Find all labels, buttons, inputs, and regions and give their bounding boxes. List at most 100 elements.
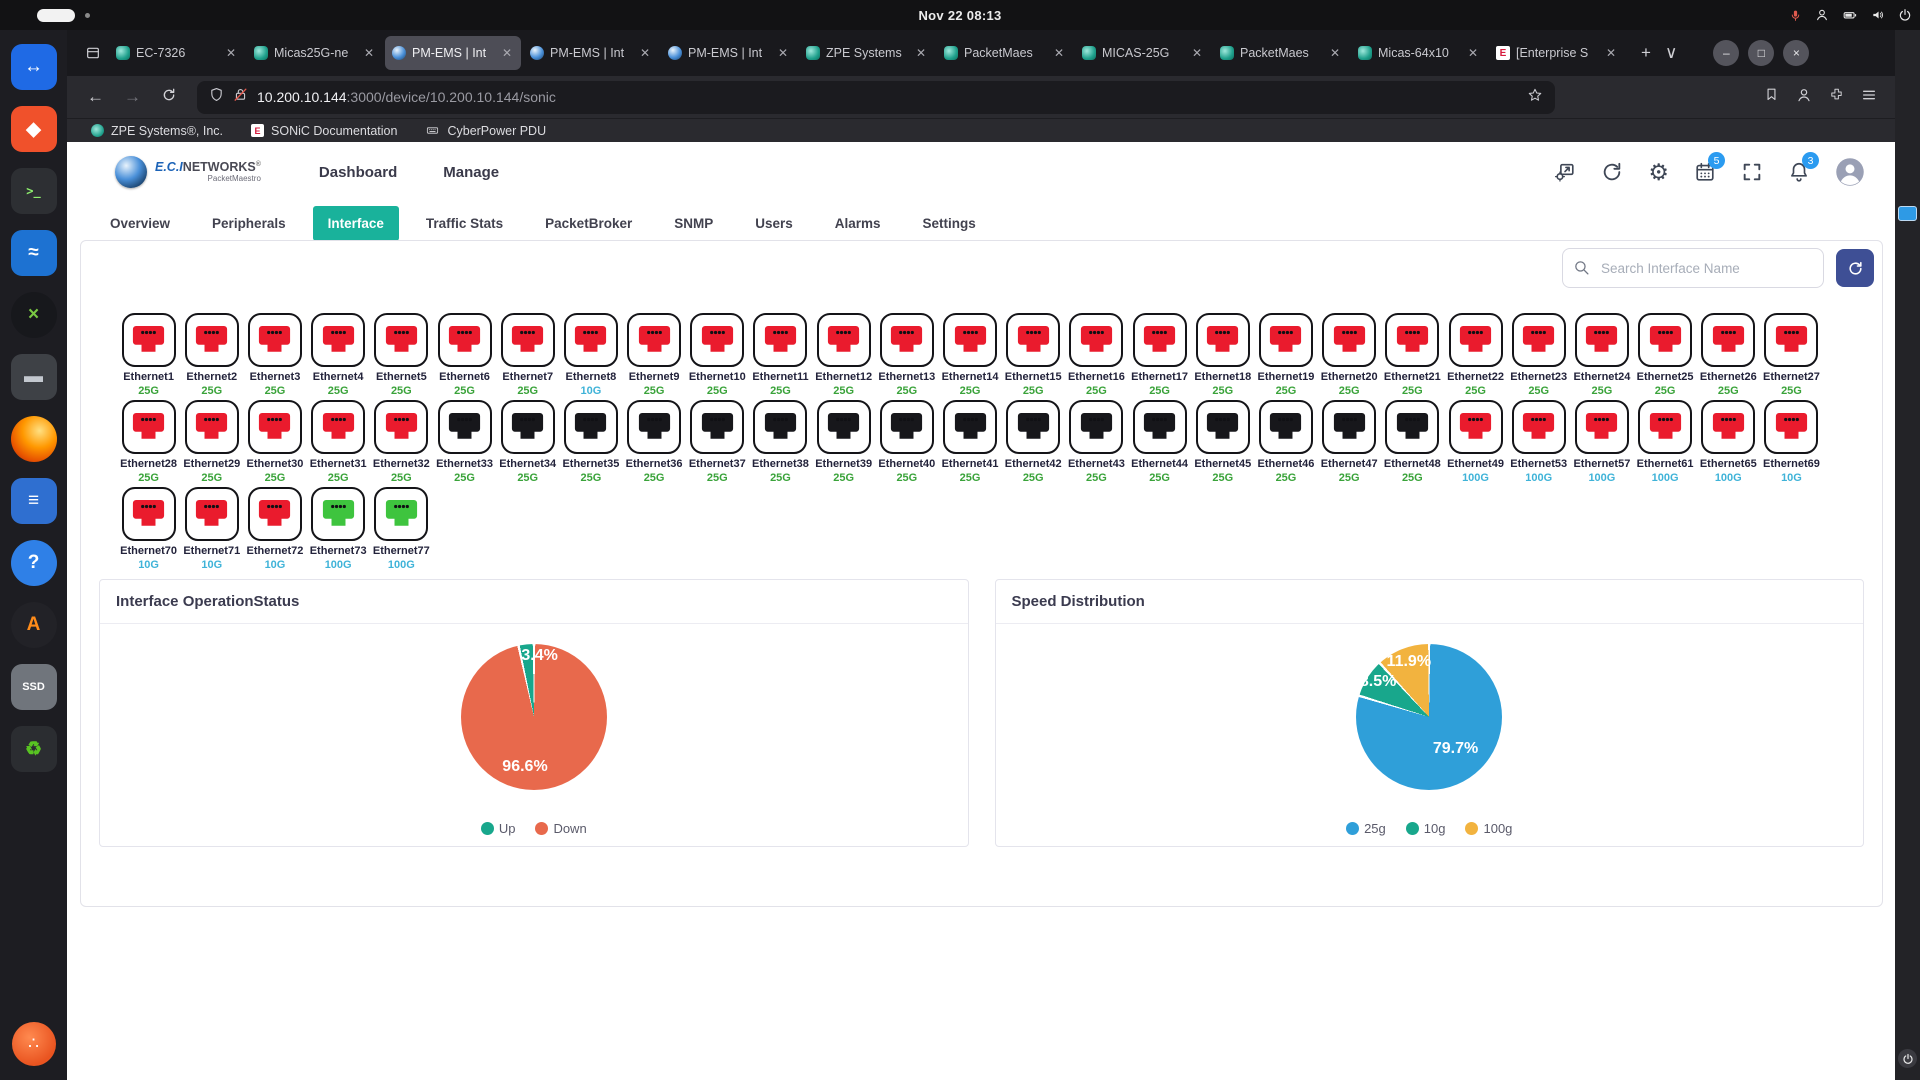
port-ethernet6[interactable]: Ethernet625G: [433, 313, 496, 397]
bookmark-item[interactable]: CyberPower PDU: [425, 124, 546, 138]
tab-close-icon[interactable]: ✕: [1052, 46, 1066, 60]
port-ethernet19[interactable]: Ethernet1925G: [1254, 313, 1317, 397]
port-ethernet77[interactable]: Ethernet77100G: [370, 487, 433, 571]
browser-tab[interactable]: PM-EMS | Int✕: [385, 36, 521, 70]
legend-item[interactable]: 100g: [1465, 821, 1512, 836]
browser-tab[interactable]: PM-EMS | Int✕: [523, 36, 659, 70]
browser-tab[interactable]: MICAS-25G✕: [1075, 36, 1211, 70]
port-ethernet17[interactable]: Ethernet1725G: [1128, 313, 1191, 397]
menu-icon[interactable]: [1861, 87, 1877, 108]
port-ethernet27[interactable]: Ethernet2725G: [1760, 313, 1823, 397]
nav-dashboard[interactable]: Dashboard: [319, 164, 397, 181]
firefox-view-icon[interactable]: [85, 45, 101, 61]
port-ethernet2[interactable]: Ethernet225G: [180, 313, 243, 397]
tab-traffic-stats[interactable]: Traffic Stats: [411, 206, 518, 241]
port-ethernet26[interactable]: Ethernet2625G: [1697, 313, 1760, 397]
firefox-icon[interactable]: [11, 416, 57, 462]
notifications-bell-icon[interactable]: 3: [1788, 161, 1810, 183]
url-bar[interactable]: 10.200.10.144:3000/device/10.200.10.144/…: [197, 81, 1555, 114]
port-ethernet47[interactable]: Ethernet4725G: [1318, 400, 1381, 484]
port-ethernet49[interactable]: Ethernet49100G: [1444, 400, 1507, 484]
tab-alarms[interactable]: Alarms: [820, 206, 896, 241]
port-ethernet20[interactable]: Ethernet2025G: [1318, 313, 1381, 397]
account-icon[interactable]: [1796, 87, 1812, 108]
tab-peripherals[interactable]: Peripherals: [197, 206, 301, 241]
shield-icon[interactable]: [209, 87, 224, 107]
tab-close-icon[interactable]: ✕: [224, 46, 238, 60]
port-ethernet4[interactable]: Ethernet425G: [307, 313, 370, 397]
port-ethernet72[interactable]: Ethernet7210G: [243, 487, 306, 571]
tray-app-icon[interactable]: ▬: [11, 354, 57, 400]
port-ethernet14[interactable]: Ethernet1425G: [938, 313, 1001, 397]
port-ethernet8[interactable]: Ethernet810G: [559, 313, 622, 397]
recycle-app-icon[interactable]: ♻: [11, 726, 57, 772]
port-ethernet40[interactable]: Ethernet4025G: [875, 400, 938, 484]
display-icon[interactable]: [1898, 206, 1917, 221]
port-ethernet21[interactable]: Ethernet2125G: [1381, 313, 1444, 397]
port-ethernet44[interactable]: Ethernet4425G: [1128, 400, 1191, 484]
browser-tab[interactable]: ZPE Systems✕: [799, 36, 935, 70]
help-app-icon[interactable]: ?: [11, 540, 57, 586]
port-ethernet24[interactable]: Ethernet2425G: [1570, 313, 1633, 397]
tab-overview[interactable]: Overview: [95, 206, 185, 241]
microphone-icon[interactable]: [1789, 9, 1802, 22]
port-ethernet43[interactable]: Ethernet4325G: [1065, 400, 1128, 484]
port-ethernet33[interactable]: Ethernet3325G: [433, 400, 496, 484]
forward-button[interactable]: →: [114, 83, 151, 111]
browser-tab[interactable]: E[Enterprise S✕: [1489, 36, 1625, 70]
port-ethernet34[interactable]: Ethernet3425G: [496, 400, 559, 484]
system-tray[interactable]: [1789, 0, 1912, 30]
browser-tab[interactable]: PacketMaes✕: [1213, 36, 1349, 70]
volume-icon[interactable]: [1871, 8, 1885, 22]
x-app-icon[interactable]: ×: [11, 292, 57, 338]
port-ethernet70[interactable]: Ethernet7010G: [117, 487, 180, 571]
port-ethernet61[interactable]: Ethernet61100G: [1634, 400, 1697, 484]
diamond-app-icon[interactable]: ◆: [11, 106, 57, 152]
port-ethernet10[interactable]: Ethernet1025G: [686, 313, 749, 397]
port-ethernet57[interactable]: Ethernet57100G: [1570, 400, 1633, 484]
port-ethernet48[interactable]: Ethernet4825G: [1381, 400, 1444, 484]
port-ethernet46[interactable]: Ethernet4625G: [1254, 400, 1317, 484]
a-app-icon[interactable]: A: [11, 602, 57, 648]
port-ethernet15[interactable]: Ethernet1525G: [1002, 313, 1065, 397]
browser-tab[interactable]: PM-EMS | Int✕: [661, 36, 797, 70]
user-avatar-icon[interactable]: [1835, 157, 1865, 187]
tab-close-icon[interactable]: ✕: [500, 46, 514, 60]
bookmark-item[interactable]: ZPE Systems®, Inc.: [91, 124, 223, 138]
tab-interface[interactable]: Interface: [313, 206, 399, 241]
port-ethernet29[interactable]: Ethernet2925G: [180, 400, 243, 484]
port-ethernet16[interactable]: Ethernet1625G: [1065, 313, 1128, 397]
ssd-drive-icon[interactable]: SSD: [11, 664, 57, 710]
port-ethernet65[interactable]: Ethernet65100G: [1697, 400, 1760, 484]
extensions-icon[interactable]: [1829, 87, 1844, 107]
reload-button[interactable]: [151, 83, 187, 112]
legend-item[interactable]: 10g: [1406, 821, 1446, 836]
settings-gear-icon[interactable]: ⚙: [1648, 161, 1669, 184]
port-ethernet18[interactable]: Ethernet1825G: [1191, 313, 1254, 397]
tab-close-icon[interactable]: ✕: [1190, 46, 1204, 60]
port-ethernet23[interactable]: Ethernet2325G: [1507, 313, 1570, 397]
list-tabs-chevron-icon[interactable]: ∨: [1665, 43, 1677, 63]
port-ethernet22[interactable]: Ethernet2225G: [1444, 313, 1507, 397]
port-ethernet45[interactable]: Ethernet4525G: [1191, 400, 1254, 484]
port-ethernet69[interactable]: Ethernet6910G: [1760, 400, 1823, 484]
power-button-icon[interactable]: [1898, 1049, 1917, 1068]
browser-tab[interactable]: Micas25G-ne✕: [247, 36, 383, 70]
docs-app-icon[interactable]: ≡: [11, 478, 57, 524]
tab-snmp[interactable]: SNMP: [659, 206, 728, 241]
port-ethernet11[interactable]: Ethernet1125G: [749, 313, 812, 397]
bookmark-star-icon[interactable]: [1527, 87, 1543, 108]
port-ethernet32[interactable]: Ethernet3225G: [370, 400, 433, 484]
port-ethernet36[interactable]: Ethernet3625G: [623, 400, 686, 484]
back-button[interactable]: ←: [77, 83, 114, 111]
maximize-button[interactable]: □: [1748, 40, 1774, 66]
tab-close-icon[interactable]: ✕: [362, 46, 376, 60]
clock[interactable]: Nov 22 08:13: [918, 8, 1001, 23]
port-ethernet30[interactable]: Ethernet3025G: [243, 400, 306, 484]
brand-logo[interactable]: E.C.INETWORKS® PacketMaestro: [115, 156, 261, 188]
port-ethernet35[interactable]: Ethernet3525G: [559, 400, 622, 484]
port-ethernet12[interactable]: Ethernet1225G: [812, 313, 875, 397]
port-ethernet41[interactable]: Ethernet4125G: [938, 400, 1001, 484]
ubuntu-logo-icon[interactable]: ∴: [12, 1022, 56, 1066]
minimize-button[interactable]: –: [1713, 40, 1739, 66]
